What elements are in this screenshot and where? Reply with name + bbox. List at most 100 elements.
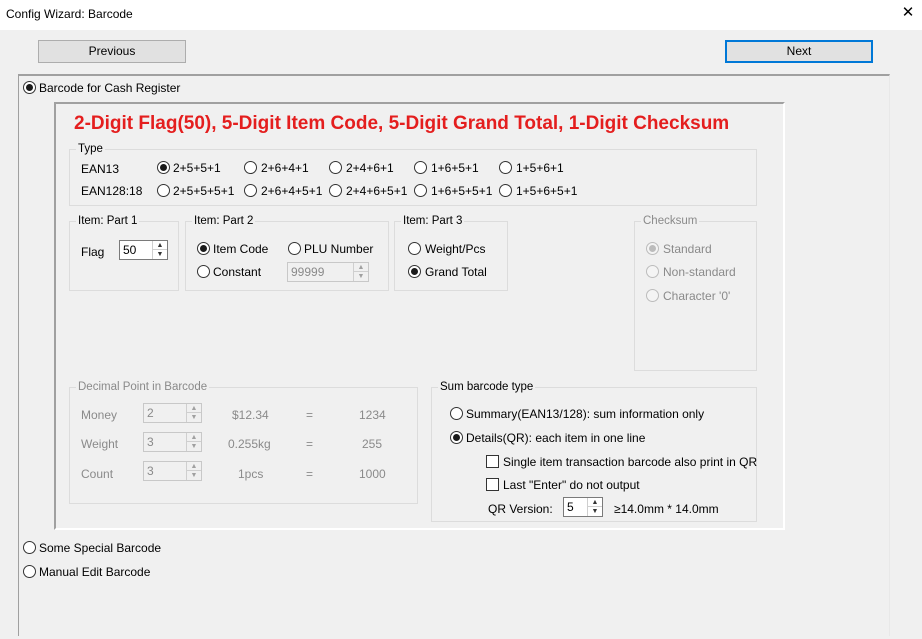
next-button[interactable]: Next [725,40,873,63]
checksum-standard-radio [646,242,659,255]
type-option-radio[interactable] [329,161,342,174]
barcode-format-heading: 2-Digit Flag(50), 5-Digit Item Code, 5-D… [74,113,730,134]
single-item-label[interactable]: Single item transaction barcode also pri… [503,455,757,469]
spin-down-icon: ▼ [190,443,198,450]
spin-up-icon[interactable]: ▲ [588,498,602,507]
type-option-radio[interactable] [244,184,257,197]
qr-version-label: QR Version: [488,502,553,516]
type-option-label[interactable]: 1+6+5+1 [431,161,479,175]
money-decimal-stepper: 2 ▲ ▼ [143,403,202,423]
mode-special-label[interactable]: Some Special Barcode [39,541,161,555]
close-icon[interactable]: ✕ [900,4,916,22]
decimal-row-name: Money [81,408,118,422]
flag-stepper[interactable]: 50 ▲ ▼ [119,240,168,260]
type-option-label[interactable]: 2+6+4+5+1 [261,184,322,198]
mode-special-radio[interactable] [23,541,36,554]
decimal-row-example: 0.255kg [228,437,271,451]
constant-value: 99999 [291,265,325,279]
qr-size-label: ≥14.0mm * 14.0mm [614,502,719,516]
type-option-radio[interactable] [414,161,427,174]
spin-down-icon[interactable]: ▼ [588,507,602,516]
decimal-row-value: 3 [147,464,154,478]
decimal-row-name: Count [81,467,114,481]
spin-up-icon: ▲ [187,433,201,442]
previous-button[interactable]: Previous [38,40,186,63]
single-item-checkbox[interactable] [486,455,499,468]
plu-number-radio[interactable] [288,242,301,255]
checksum-non-standard-radio [646,265,659,278]
mode-cash-register-radio[interactable] [23,81,36,94]
mode-manual-radio[interactable] [23,565,36,578]
type-option-radio[interactable] [329,184,342,197]
type-option-radio[interactable] [414,184,427,197]
part3-group-label: Item: Part 3 [401,214,465,228]
type-option-radio[interactable] [157,184,170,197]
type-option-label[interactable]: 2+4+6+5+1 [346,184,407,198]
type-option-radio[interactable] [499,184,512,197]
part1-group-label: Item: Part 1 [76,214,140,228]
weight-pcs-label[interactable]: Weight/Pcs [425,242,485,256]
grand-total-radio[interactable] [408,265,421,278]
item-code-radio[interactable] [197,242,210,255]
spin-down-icon: ▼ [357,273,365,280]
type-option-radio[interactable] [244,161,257,174]
summary-radio[interactable] [450,407,463,420]
decimal-row-example: $12.34 [232,408,269,422]
type-option-radio[interactable] [157,161,170,174]
type-option-label[interactable]: 2+6+4+1 [261,161,309,175]
weight-decimal-stepper: 3 ▲ ▼ [143,432,202,452]
decimal-row-name: Weight [81,437,119,451]
count-decimal-stepper: 3 ▲ ▼ [143,461,202,481]
part3-group: Item: Part 3 [394,214,508,291]
checksum-character0-label: Character '0' [663,289,731,303]
decimal-row-value: 2 [147,406,154,420]
decimal-row-eq: = [306,467,314,481]
decimal-row-value: 3 [147,435,154,449]
decimal-row-eq: = [306,408,314,422]
last-enter-checkbox[interactable] [486,478,499,491]
type-option-radio[interactable] [499,161,512,174]
qr-version-stepper[interactable]: 5 ▲ ▼ [563,497,603,517]
type-option-label[interactable]: 2+5+5+1 [173,161,221,175]
plu-number-label[interactable]: PLU Number [304,242,373,256]
flag-label: Flag [81,245,105,259]
spin-down-icon[interactable]: ▼ [153,250,167,259]
flag-value: 50 [123,243,137,257]
constant-stepper: 99999 ▲ ▼ [287,262,369,282]
qr-version-value: 5 [567,500,574,514]
spin-up-icon: ▲ [187,462,201,471]
spin-up-icon: ▲ [354,263,368,272]
checksum-non-standard-label: Non-standard [663,265,736,279]
checksum-group-label: Checksum [641,214,700,228]
summary-label[interactable]: Summary(EAN13/128): sum information only [466,407,704,421]
checksum-standard-label: Standard [663,242,712,256]
details-radio[interactable] [450,431,463,444]
title-bar: Config Wizard: Barcode ✕ [0,0,922,30]
constant-radio[interactable] [197,265,210,278]
grand-total-label[interactable]: Grand Total [425,265,487,279]
decimal-row-example: 1pcs [238,467,264,481]
mode-cash-register-label[interactable]: Barcode for Cash Register [39,81,180,95]
type-option-label[interactable]: 2+5+5+5+1 [173,184,234,198]
decimal-group-label: Decimal Point in Barcode [76,380,210,394]
spin-up-icon[interactable]: ▲ [153,241,167,250]
last-enter-label[interactable]: Last "Enter" do not output [503,478,640,492]
type-row-ean13-label: EAN13 [81,162,120,176]
spin-up-icon: ▲ [187,404,201,413]
type-option-label[interactable]: 1+6+5+5+1 [431,184,492,198]
item-code-label[interactable]: Item Code [213,242,268,256]
weight-pcs-radio[interactable] [408,242,421,255]
details-label[interactable]: Details(QR): each item in one line [466,431,645,445]
type-option-label[interactable]: 1+5+6+1 [516,161,564,175]
decimal-row-result: 1000 [359,467,386,481]
type-option-label[interactable]: 1+5+6+5+1 [516,184,577,198]
type-group-label: Type [76,142,105,156]
decimal-row-result: 1234 [359,408,386,422]
decimal-row-result: 255 [362,437,383,451]
sum-barcode-group-label: Sum barcode type [438,380,536,394]
type-option-label[interactable]: 2+4+6+1 [346,161,394,175]
type-row-ean128-label: EAN128:18 [81,184,143,198]
mode-manual-label[interactable]: Manual Edit Barcode [39,565,150,579]
spin-down-icon: ▼ [190,414,198,421]
constant-label[interactable]: Constant [213,265,261,279]
